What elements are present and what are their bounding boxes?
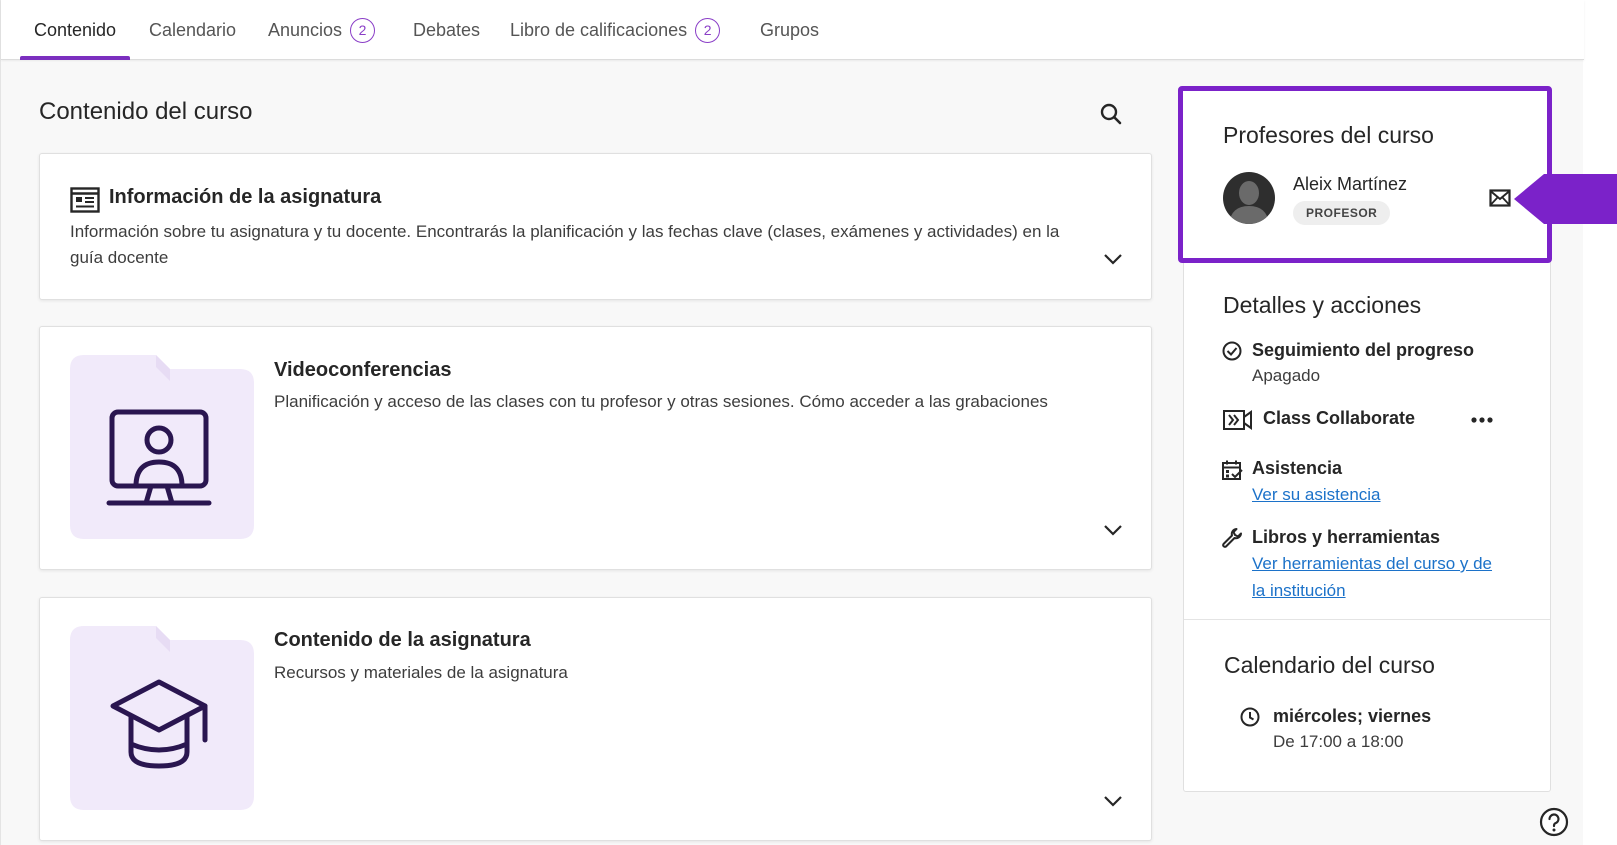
user-silhouette-icon <box>1229 181 1269 224</box>
attendance-label: Asistencia <box>1252 458 1343 478</box>
content-card-informacion[interactable]: Información de la asignatura Información… <box>39 153 1152 300</box>
card-description: Información sobre tu asignatura y tu doc… <box>70 222 1060 267</box>
tab-label: Calendario <box>149 19 237 40</box>
page-title: Contenido del curso <box>39 98 253 125</box>
schedule-days: miércoles; viernes <box>1273 706 1432 726</box>
help-icon[interactable] <box>1538 807 1570 839</box>
check-circle-icon <box>1222 341 1242 361</box>
chevron-down-icon[interactable] <box>1100 517 1126 543</box>
wrench-icon <box>1222 528 1242 548</box>
notification-count-badge: 2 <box>695 17 721 43</box>
tab-label: Anuncios <box>268 19 343 40</box>
folder-icon <box>70 355 254 539</box>
chevron-down-icon[interactable] <box>1100 246 1126 272</box>
tab-libro-calificaciones[interactable]: Libro de calificaciones 2 <box>510 0 721 60</box>
chevron-down-icon[interactable] <box>1100 788 1126 814</box>
tab-label: Contenido <box>34 19 117 40</box>
more-options-icon[interactable] <box>1469 410 1495 430</box>
mail-icon[interactable] <box>1489 189 1511 207</box>
content-card-contenido-asignatura[interactable]: Contenido de la asignatura Recursos y ma… <box>39 597 1152 841</box>
tab-contenido[interactable]: Contenido <box>20 0 131 60</box>
tab-label: Libro de calificaciones <box>510 19 688 40</box>
teacher-name[interactable]: Aleix Martínez <box>1293 174 1407 195</box>
document-list-icon <box>70 187 100 213</box>
pointer-arrow-icon <box>1514 174 1617 224</box>
tab-grupos[interactable]: Grupos <box>760 0 819 60</box>
details-heading: Detalles y acciones <box>1223 292 1422 318</box>
progress-tracking-value: Apagado <box>1252 366 1321 385</box>
tab-calendario[interactable]: Calendario <box>149 0 236 60</box>
calendar-check-icon <box>1222 460 1243 480</box>
clock-icon <box>1240 707 1260 727</box>
tab-anuncios[interactable]: Anuncios 2 <box>268 0 376 60</box>
search-icon[interactable] <box>1097 100 1125 128</box>
card-title[interactable]: Información de la asignatura <box>109 186 381 209</box>
content-card-videoconferencias[interactable]: Videoconferencias Planificación y acceso… <box>39 326 1152 570</box>
card-title[interactable]: Contenido de la asignatura <box>274 629 531 652</box>
tab-debates[interactable]: Debates <box>413 0 480 60</box>
folder-icon <box>70 626 254 810</box>
avatar[interactable] <box>1223 172 1275 224</box>
card-title[interactable]: Videoconferencias <box>274 359 451 382</box>
tab-label: Debates <box>413 19 481 40</box>
teachers-heading: Profesores del curso <box>1223 122 1434 148</box>
progress-tracking-label[interactable]: Seguimiento del progreso <box>1252 340 1474 361</box>
tools-link-line[interactable]: la institución <box>1252 581 1346 600</box>
course-tabbar: Contenido Calendario Anuncios 2 Debates … <box>1 0 1584 60</box>
calendar-heading: Calendario del curso <box>1224 652 1435 678</box>
class-collaborate-label[interactable]: Class Collaborate <box>1263 408 1415 429</box>
attendance-link[interactable]: Ver su asistencia <box>1252 481 1381 508</box>
course-app: Contenido Calendario Anuncios 2 Debates … <box>0 0 1617 845</box>
tools-link[interactable]: Ver herramientas del curso y de la insti… <box>1252 550 1492 604</box>
schedule-time: De 17:00 a 18:00 <box>1273 732 1404 751</box>
active-tab-indicator <box>20 56 131 60</box>
video-collaborate-icon <box>1223 410 1252 430</box>
tools-label: Libros y herramientas <box>1252 527 1441 547</box>
tab-label: Grupos <box>760 19 820 40</box>
notification-count-badge: 2 <box>350 17 376 43</box>
role-badge: PROFESOR <box>1293 201 1391 225</box>
card-description: Planificación y acceso de las clases con… <box>274 392 1048 411</box>
sidebar-divider <box>1184 619 1550 620</box>
tools-link-line[interactable]: Ver herramientas del curso y de <box>1252 554 1492 573</box>
card-description: Recursos y materiales de la asignatura <box>274 663 568 682</box>
